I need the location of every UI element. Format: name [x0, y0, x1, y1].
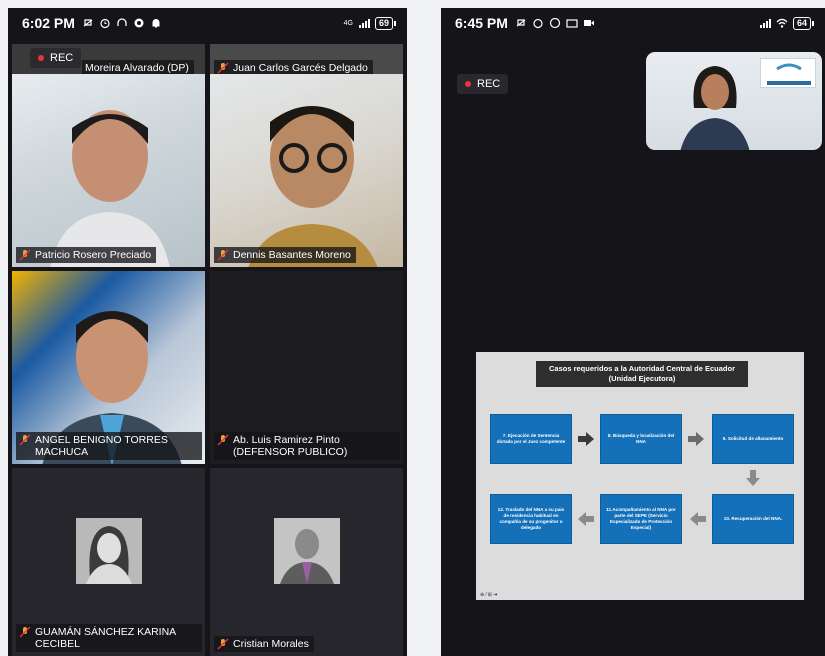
participant-name: ANGEL BENIGNO TORRES MACHUCA: [35, 434, 168, 458]
mute-notifications-icon: [515, 17, 527, 29]
process-step: 7. Ejecución de Sentencia dictada por el…: [490, 414, 572, 464]
process-step: 11.Acompañamiento al NNA por parte del S…: [600, 494, 682, 544]
battery-level: 69: [374, 16, 397, 30]
network-type: 4G: [343, 19, 353, 27]
participant-tile[interactable]: GUAMÁN SÁNCHEZ KARINA CECIBEL: [12, 468, 205, 656]
screen-cast-icon: [566, 17, 578, 29]
status-time: 6:02 PM: [22, 15, 75, 31]
participant-name: Cristian Morales: [233, 638, 309, 650]
signal-icon: [358, 17, 370, 29]
arrow-left-icon: [578, 512, 594, 526]
arrow-right-icon: [578, 432, 594, 446]
avatar: [273, 517, 340, 584]
process-step: 9. Solicitud de allanamiento: [712, 414, 794, 464]
left-phone-screen: 6:02 PM 4G 69 Moreira Alvarado (DP) Juan…: [8, 8, 407, 656]
mic-muted-icon: [19, 434, 31, 446]
slide-title: Casos requeridos a la Autoridad Central …: [536, 361, 748, 387]
participant-video-tile[interactable]: Dennis Basantes Moreno: [210, 74, 403, 267]
participant-tile[interactable]: Ab. Luis Ramirez Pinto (DEFENSOR PUBLICO…: [210, 271, 403, 464]
mic-muted-icon: [217, 249, 229, 261]
arrow-down-icon: [746, 470, 760, 486]
arrow-right-icon: [688, 432, 704, 446]
participant-name: Dennis Basantes Moreno: [233, 249, 351, 261]
wifi-icon: [776, 17, 788, 29]
notification-bell-icon: [150, 17, 162, 29]
rec-dot-icon: [38, 55, 44, 61]
vpn-shield-icon: [133, 17, 145, 29]
participant-tile[interactable]: Cristian Morales: [210, 468, 403, 656]
participant-name: Ab. Luis Ramirez Pinto (DEFENSOR PUBLICO…: [233, 434, 348, 458]
participant-name-label: Ab. Luis Ramirez Pinto (DEFENSOR PUBLICO…: [214, 432, 400, 460]
rec-dot-icon: [465, 81, 471, 87]
arrow-left-icon: [690, 512, 706, 526]
participant-video-tile[interactable]: ANGEL BENIGNO TORRES MACHUCA: [12, 271, 205, 464]
alarm-icon: [532, 17, 544, 29]
mic-muted-icon: [217, 638, 229, 650]
participant-silhouette: [50, 110, 170, 267]
mic-muted-icon: [217, 434, 229, 446]
institution-logo: [760, 58, 816, 88]
status-time: 6:45 PM: [455, 15, 508, 31]
shared-presentation-slide: Casos requeridos a la Autoridad Central …: [476, 352, 804, 600]
participant-name-label: GUAMÁN SÁNCHEZ KARINA CECIBEL: [16, 624, 202, 652]
rec-label: REC: [477, 78, 501, 90]
mute-notifications-icon: [82, 17, 94, 29]
participant-name-label: ANGEL BENIGNO TORRES MACHUCA: [16, 432, 202, 460]
participant-name: GUAMÁN SÁNCHEZ KARINA CECIBEL: [35, 626, 176, 650]
mic-muted-icon: [217, 62, 229, 74]
participant-name: Moreira Alvarado (DP): [85, 62, 189, 74]
participant-silhouette: [248, 106, 378, 267]
speaker-video-thumbnail[interactable]: [646, 52, 822, 150]
participant-name-label: Dennis Basantes Moreno: [214, 247, 356, 263]
signal-icon: [759, 17, 771, 29]
recording-indicator: REC: [30, 48, 82, 68]
recording-indicator: REC: [457, 74, 509, 94]
process-step: 8. Búsqueda y localización del NNA: [600, 414, 682, 464]
process-step: 10. Recuperación del NNA.: [712, 494, 794, 544]
status-bar: 6:45 PM 64: [441, 8, 825, 38]
video-camera-icon: [583, 17, 595, 29]
participant-name: Patricio Rosero Preciado: [35, 249, 152, 261]
process-step: 12. Traslado del NNA a su país de reside…: [490, 494, 572, 544]
participant-video-tile[interactable]: Patricio Rosero Preciado: [12, 74, 205, 267]
right-phone-screen: 6:45 PM 64 REC Casos requeridos a la Aut…: [441, 8, 825, 656]
mic-muted-icon: [19, 626, 31, 638]
slide-title-line1: Casos requeridos a la Autoridad Central …: [548, 364, 736, 373]
status-bar: 6:02 PM 4G 69: [8, 8, 407, 38]
alarm-icon: [99, 17, 111, 29]
whatsapp-icon: [549, 17, 561, 29]
participant-name-label: Cristian Morales: [214, 636, 314, 652]
rec-label: REC: [50, 52, 74, 64]
headphones-icon: [116, 17, 128, 29]
slide-title-line2: (Unidad Ejecutora): [608, 374, 676, 383]
participant-name-label: Patricio Rosero Preciado: [16, 247, 157, 263]
avatar: [75, 517, 142, 584]
slide-toolbar[interactable]: ⊕ ⁄ ⊞ ➜: [480, 592, 498, 598]
battery-level: 64: [792, 16, 815, 30]
mic-muted-icon: [19, 249, 31, 261]
participant-name: Juan Carlos Garcés Delgado: [233, 62, 368, 74]
speaker-silhouette: [680, 66, 750, 150]
